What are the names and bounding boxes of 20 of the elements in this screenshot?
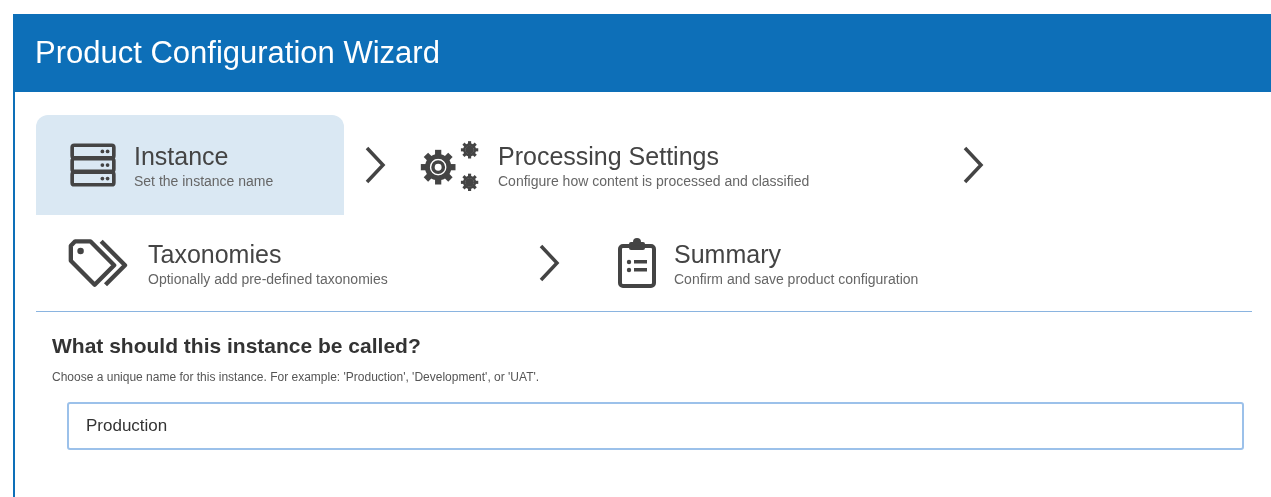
chevron-icon	[962, 144, 984, 185]
instance-name-field[interactable]: Production	[67, 402, 1244, 450]
wizard-step[interactable]: Taxonomies Optionally add pre-defined taxonomies	[66, 213, 516, 313]
step-title: Instance	[134, 140, 230, 171]
question-heading: What should this instance be called?	[52, 334, 422, 358]
chevron-icon	[364, 144, 386, 185]
clipboard-icon	[616, 237, 658, 289]
help-text: Choose a unique name for this instance. For example: 'Production', 'Development', or 'UAT'.	[52, 370, 541, 384]
wizard-step[interactable]: Processing Settings Configure how content is processed and classified	[412, 114, 942, 215]
step-title: Summary	[674, 239, 782, 269]
chevron-icon	[538, 243, 560, 283]
step-description: Confirm and save product configuration	[674, 271, 919, 287]
step-title: Taxonomies	[148, 239, 283, 269]
step-description: Configure how content is processed and classified	[498, 172, 810, 189]
window-title: Product Configuration Wizard	[35, 35, 440, 71]
step-description: Set the instance name	[134, 172, 274, 189]
step-description: Optionally add pre-defined taxonomies	[148, 271, 388, 287]
wizard-step[interactable]: Instance Set the instance name	[36, 114, 344, 215]
wizard-step[interactable]: Summary Confirm and save product configuration	[586, 213, 949, 313]
step-title: Processing Settings	[498, 140, 720, 171]
